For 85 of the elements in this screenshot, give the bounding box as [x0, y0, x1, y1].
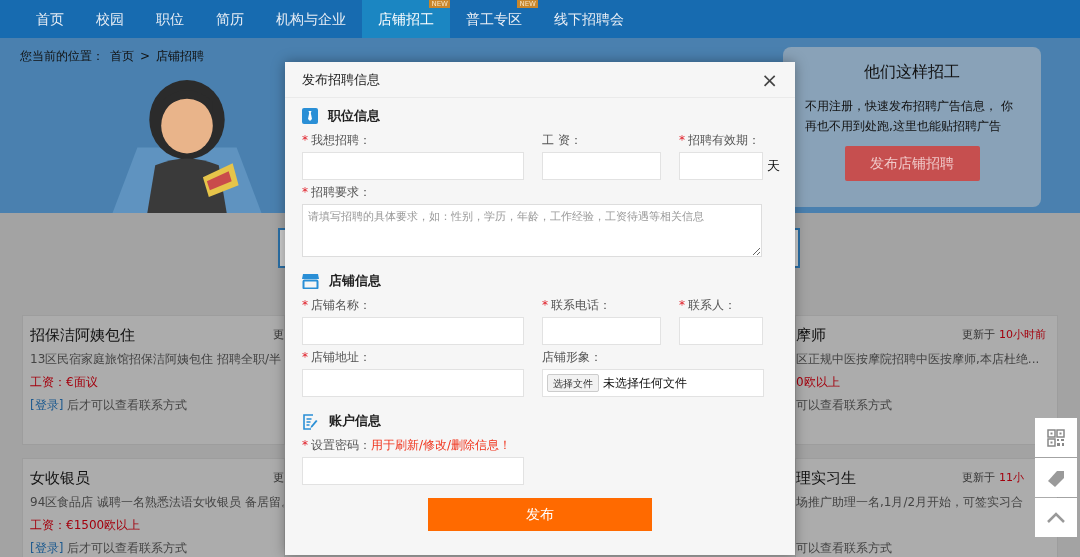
field-label: 店铺形象：: [542, 349, 602, 366]
input-field[interactable]: [302, 317, 524, 345]
contact-note: 后才可以查看联系方式: [67, 397, 188, 414]
chevron-up-icon: [1046, 511, 1066, 524]
file-field[interactable]: 选择文件 未选择任何文件: [542, 369, 764, 397]
input-field[interactable]: [302, 369, 524, 397]
required-asterisk: *: [542, 297, 548, 314]
clipboard-pen-icon: [302, 412, 319, 430]
input-field[interactable]: [542, 152, 661, 180]
login-link[interactable]: [登录]: [30, 539, 64, 557]
section-title: 店铺信息: [329, 272, 381, 291]
nav-tab[interactable]: 首页: [20, 8, 80, 38]
field-label: 招聘要求：: [311, 184, 371, 201]
required-asterisk: *: [679, 132, 685, 149]
required-asterisk: *: [302, 349, 308, 366]
breadcrumb-prefix: 您当前的位置：: [20, 48, 104, 65]
promo-title: 他们这样招工: [864, 61, 960, 83]
salary-text: 工资：€1500欧以上: [30, 517, 141, 534]
days-unit: 天: [767, 157, 780, 176]
job-description: 区正规中医按摩院招聘中医按摩师,本店杜绝...: [796, 351, 1041, 368]
nav-tab[interactable]: 校园: [80, 8, 140, 38]
input-field[interactable]: [302, 457, 524, 485]
promo-text: 不用注册，快速发布招聘广告信息， 你再也不用到处跑,这里也能贴招聘广告: [804, 98, 1014, 135]
nav-tab[interactable]: 线下招聘会: [538, 8, 640, 38]
update-label: 更新于: [962, 469, 995, 486]
required-asterisk: *: [302, 297, 308, 314]
qr-code-button[interactable]: [1035, 418, 1077, 457]
store-icon: [302, 273, 319, 289]
field-label: 设置密码：: [311, 437, 371, 454]
input-field[interactable]: [679, 317, 763, 345]
section-title: 账户信息: [329, 412, 381, 431]
salary-text: 0欧以上: [796, 374, 840, 391]
breadcrumb-current: 店铺招聘: [156, 48, 205, 65]
job-title[interactable]: 招保洁阿姨包住: [30, 323, 135, 347]
login-link[interactable]: [登录]: [30, 396, 64, 414]
back-to-top-button[interactable]: [1035, 498, 1077, 537]
field-label: 我想招聘：: [311, 132, 371, 149]
input-field[interactable]: [542, 317, 661, 345]
qr-code-icon: [1047, 428, 1065, 447]
salary-text: 工资：€面议: [30, 374, 98, 391]
field-label: 联系电话：: [551, 297, 611, 314]
field-hint: 用于刷新/修改/删除信息！: [371, 437, 512, 454]
choose-file-button[interactable]: 选择文件: [547, 374, 599, 392]
required-asterisk: *: [302, 437, 308, 454]
field-label: 联系人：: [688, 297, 736, 314]
contact-note: 可以查看联系方式: [796, 397, 892, 414]
required-asterisk: *: [679, 297, 685, 314]
field-label: 店铺名称：: [311, 297, 371, 314]
nav-tab[interactable]: 普工专区: [450, 8, 538, 38]
job-title[interactable]: 摩师: [796, 323, 826, 347]
post-store-job-button[interactable]: 发布店铺招聘: [844, 146, 980, 181]
close-button[interactable]: ×: [761, 69, 778, 90]
update-label: 更: [273, 469, 284, 486]
job-title[interactable]: 理实习生: [796, 466, 856, 490]
field-label: 店铺地址：: [311, 349, 371, 366]
update-label: 更新于: [962, 326, 995, 343]
file-status: 未选择任何文件: [603, 375, 687, 392]
section-title: 职位信息: [328, 107, 380, 126]
breadcrumb-link[interactable]: 首页: [110, 47, 134, 65]
input-field[interactable]: [679, 152, 763, 180]
breadcrumb-separator: >: [140, 48, 151, 65]
update-time: 11小: [999, 469, 1024, 486]
update-time: 10小时前: [999, 326, 1046, 343]
edit-button[interactable]: [1035, 458, 1077, 497]
nav-tab[interactable]: 机构与企业: [260, 8, 362, 38]
job-title[interactable]: 女收银员: [30, 466, 90, 490]
field-label: 招聘有效期：: [688, 132, 760, 149]
nav-tab[interactable]: 店铺招工: [362, 8, 450, 38]
tie-icon: [302, 108, 318, 124]
job-description: 94区食品店 诚聘一名熟悉法语女收银员 备居留。: [30, 494, 284, 511]
job-description: 13区民宿家庭旅馆招保洁阿姨包住 招聘全职/半: [30, 351, 283, 368]
tag-icon: [1046, 468, 1066, 487]
required-asterisk: *: [302, 184, 308, 201]
job-description: 场推广助理一名,1月/2月开始，可签实习合: [796, 494, 1025, 511]
field-label: 工 资：: [542, 132, 582, 149]
contact-note: 后才可以查看联系方式: [67, 540, 188, 557]
nav-tab[interactable]: 简历: [200, 8, 260, 38]
contact-note: 可以查看联系方式: [796, 540, 892, 557]
publish-button[interactable]: 发布: [428, 498, 652, 531]
nav-tab[interactable]: 职位: [140, 8, 200, 38]
required-asterisk: *: [302, 132, 308, 149]
requirements-field[interactable]: 请填写招聘的具体要求，如：性别，学历，年龄，工作经验，工资待遇等相关信息: [302, 204, 762, 257]
dialog-title: 发布招聘信息: [302, 70, 380, 89]
update-label: 更: [273, 326, 284, 343]
input-field[interactable]: [302, 152, 524, 180]
